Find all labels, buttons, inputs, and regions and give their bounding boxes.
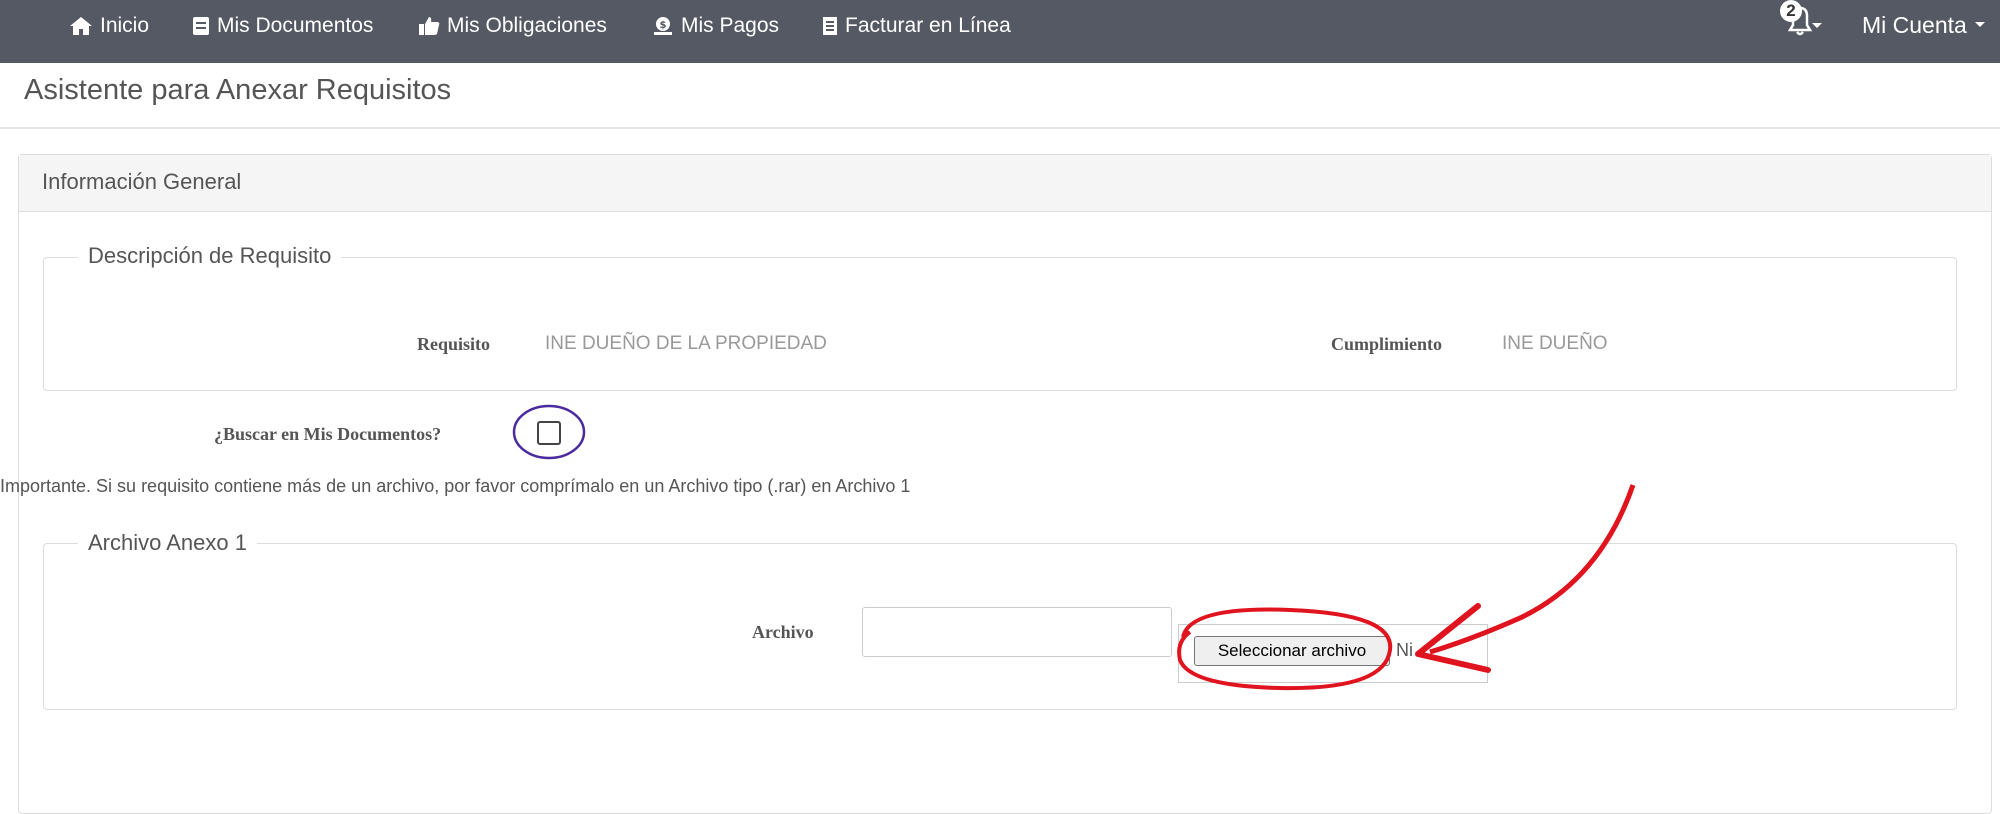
home-icon [70,17,92,35]
page-title: Asistente para Anexar Requisitos [24,74,452,106]
archivo-label: Archivo [752,622,814,642]
requisito-label: Requisito [417,334,491,354]
account-label: Mi Cuenta [1862,11,1967,38]
nav-mis-documentos-label: Mis Documentos [217,14,374,37]
thumbs-up-icon [419,17,440,35]
document-icon [193,17,209,35]
file-status-text: Ni [1396,640,1413,660]
chevron-down-icon [1974,22,1985,27]
requisito-value: INE DUEÑO DE LA PROPIEDAD [545,333,827,354]
account-menu[interactable]: Mi Cuenta [1862,0,1986,50]
requirement-description-fieldset [43,257,1957,391]
chevron-down-icon [1812,23,1822,28]
invoice-icon [823,17,837,35]
panel-heading [19,155,1991,212]
nav-mis-pagos-label: Mis Pagos [681,14,780,37]
search-docs-label: ¿Buscar en Mis Documentos? [214,424,442,444]
title-divider [0,127,2000,129]
cumplimiento-value: INE DUEÑO [1502,333,1608,354]
nav-mis-obligaciones[interactable]: Mis Obligaciones [418,0,607,52]
archivo-text-field[interactable] [862,607,1172,657]
nav-mis-pagos[interactable]: $ Mis Pagos [652,0,779,52]
select-file-button[interactable]: Seleccionar archivo [1194,636,1390,666]
nav-facturar-en-linea[interactable]: Facturar en Línea [822,0,1011,52]
top-navbar: Inicio Mis Documentos Mis Obligaciones $… [0,0,2000,63]
important-note: Importante. Si su requisito contiene más… [0,476,911,496]
search-docs-checkbox[interactable] [537,421,561,445]
requirement-description-legend: Descripción de Requisito [78,243,342,269]
nav-mis-documentos[interactable]: Mis Documentos [192,0,373,52]
annex-file-legend: Archivo Anexo 1 [78,530,257,556]
svg-text:$: $ [660,20,667,31]
nav-inicio[interactable]: Inicio [69,0,149,52]
panel-title: Información General [42,169,242,194]
cumplimiento-label: Cumplimiento [1331,334,1443,354]
nav-mis-obligaciones-label: Mis Obligaciones [447,14,607,37]
notification-count-badge: 2 [1780,0,1802,22]
nav-facturar-label: Facturar en Línea [845,14,1011,37]
payment-icon: $ [654,17,672,35]
nav-inicio-label: Inicio [100,14,150,37]
